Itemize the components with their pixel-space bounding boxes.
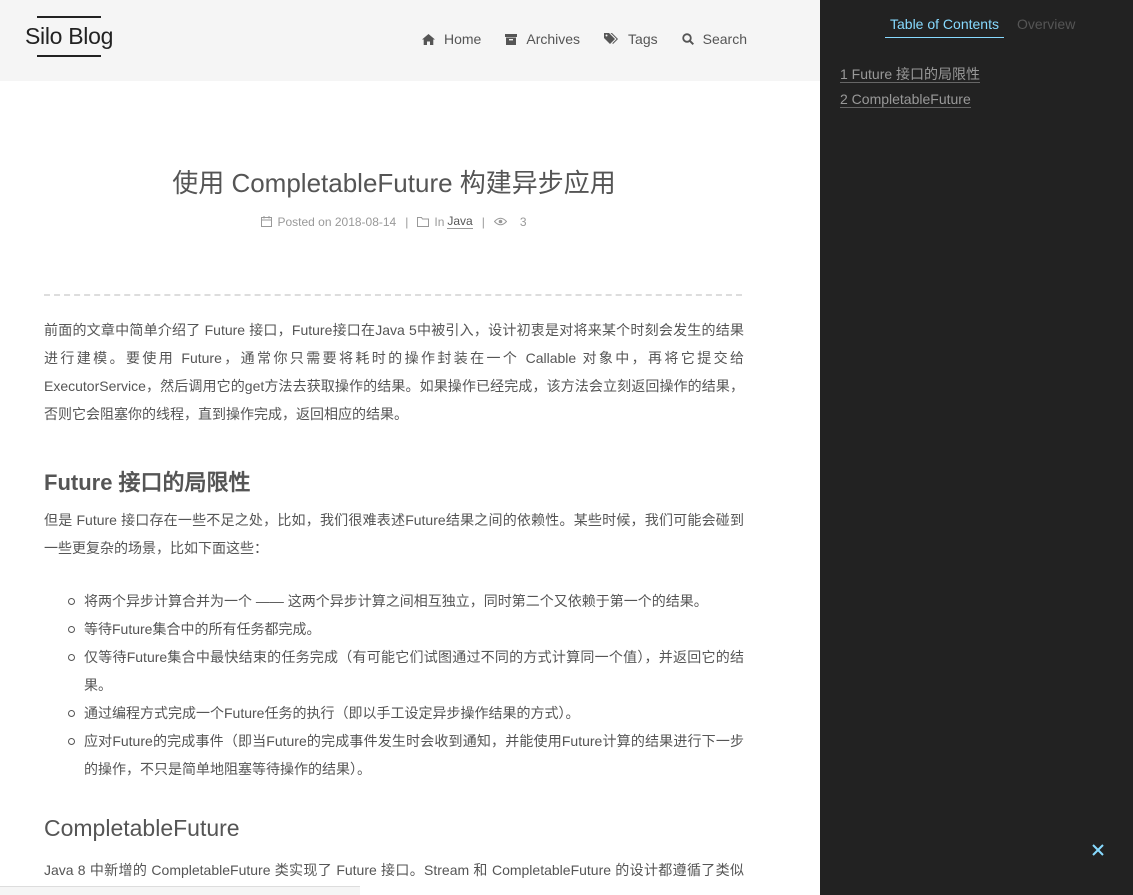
- list-item: 将两个异步计算合并为一个 —— 这两个异步计算之间相互独立，同时第二个又依赖于第…: [68, 587, 744, 615]
- sidebar: Table of Contents Overview 1 Future 接口的局…: [820, 0, 1133, 895]
- home-icon: [422, 33, 435, 45]
- view-count: 3: [519, 214, 527, 229]
- post-paragraph: 但是 Future 接口存在一些不足之处，比如，我们很难表述Future结果之间…: [44, 512, 744, 556]
- post-paragraph: 前面的文章中简单介绍了 Future 接口，Future接口在Java 5中被引…: [44, 322, 744, 422]
- calendar-icon: [261, 216, 273, 227]
- list-item: 通过编程方式完成一个Future任务的执行（即以手工设定异步操作结果的方式）。: [68, 699, 744, 727]
- posted-label: Posted on: [277, 214, 332, 229]
- bottom-status-bar: [0, 886, 360, 895]
- meta-separator: |: [405, 214, 409, 229]
- post-date: 2018-08-14: [334, 214, 397, 229]
- archive-icon: [505, 33, 518, 45]
- toc-item[interactable]: 1 Future 接口的局限性: [840, 62, 981, 87]
- menu-label-search: Search: [702, 31, 747, 47]
- menu-item-archives[interactable]: Archives: [505, 30, 580, 48]
- close-icon: [1092, 844, 1104, 856]
- brand-bottom-line: [37, 55, 102, 57]
- toc-link[interactable]: 1 Future 接口的局限性: [840, 66, 981, 83]
- post-title: 使用 CompletableFuture 构建异步应用: [172, 168, 616, 198]
- sidebar-close-button[interactable]: [1090, 842, 1106, 858]
- eye-icon: [493, 217, 507, 226]
- post-meta: Posted on 2018-08-14 | In Java | 3: [44, 214, 744, 229]
- post-divider: [44, 294, 742, 296]
- in-label: In: [434, 214, 445, 229]
- section-heading: Future 接口的局限性: [44, 470, 251, 495]
- site-header: Silo Blog Home Archives Tags Search: [0, 0, 820, 81]
- meta-separator: |: [481, 214, 485, 229]
- menu-item-search[interactable]: Search: [681, 30, 747, 48]
- site-title[interactable]: Silo Blog: [25, 18, 113, 55]
- category-link[interactable]: Java: [447, 214, 473, 229]
- search-icon: [681, 33, 694, 45]
- list-item: 仅等待Future集合中最快结束的任务完成（有可能它们试图通过不同的方式计算同一…: [68, 643, 744, 699]
- sidebar-tabs: Table of Contents Overview: [885, 16, 1080, 38]
- folder-icon: [417, 216, 430, 227]
- section-heading: CompletableFuture: [44, 815, 240, 841]
- toc-link[interactable]: 2 CompletableFuture: [840, 91, 971, 108]
- tab-table-of-contents[interactable]: Table of Contents: [885, 16, 1004, 38]
- toc-list: 1 Future 接口的局限性 2 CompletableFuture: [840, 62, 981, 112]
- menu-label-archives: Archives: [526, 31, 581, 47]
- toc-item[interactable]: 2 CompletableFuture: [840, 87, 980, 112]
- menu-item-home[interactable]: Home: [422, 30, 481, 48]
- main-menu: Home Archives Tags Search: [422, 30, 771, 48]
- tags-icon: [604, 33, 619, 44]
- list-item: 应对Future的完成事件（即当Future的完成事件发生时会收到通知，并能使用…: [68, 727, 744, 783]
- menu-item-tags[interactable]: Tags: [604, 30, 658, 48]
- tab-overview[interactable]: Overview: [1012, 16, 1080, 38]
- menu-label-tags: Tags: [628, 31, 658, 47]
- site-brand[interactable]: Silo Blog: [25, 16, 113, 57]
- list-item: 等待Future集合中的所有任务都完成。: [68, 615, 744, 643]
- menu-label-home: Home: [444, 31, 482, 47]
- bullet-list: 将两个异步计算合并为一个 —— 这两个异步计算之间相互独立，同时第二个又依赖于第…: [68, 587, 744, 783]
